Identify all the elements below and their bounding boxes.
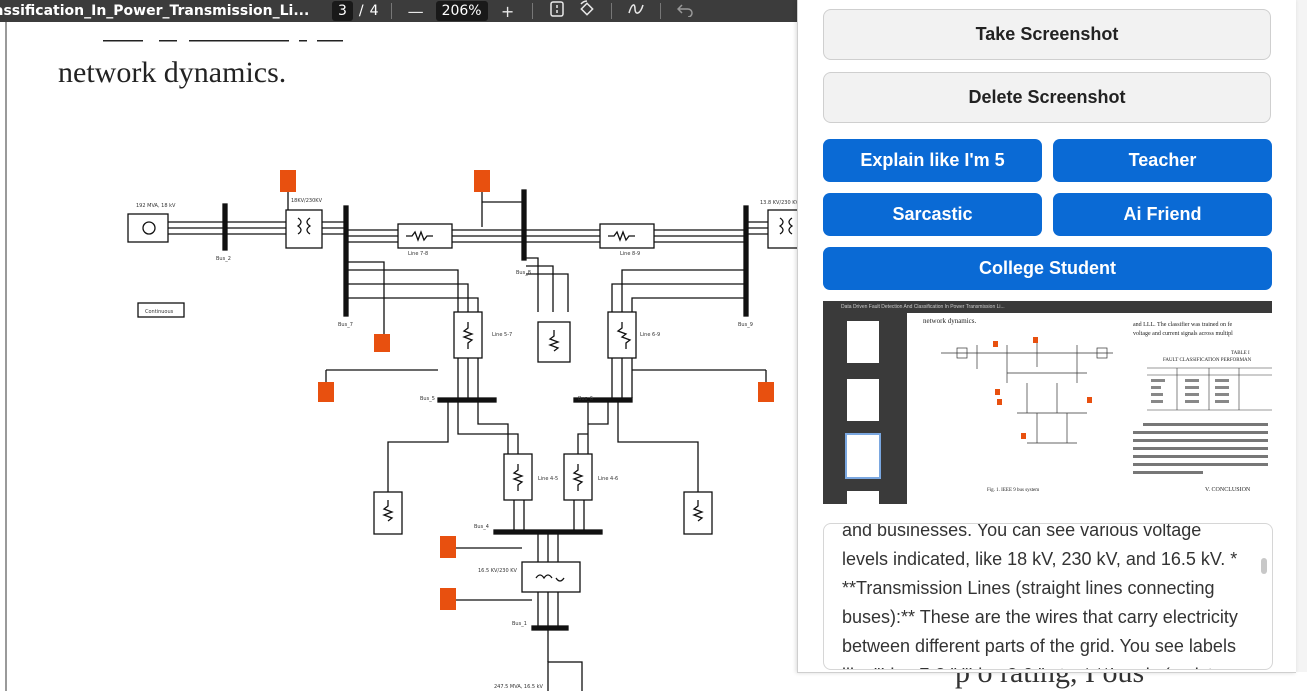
xfmr3-label: 13.8 KV/230 KV [760,200,797,206]
preview-heading: network dynamics. [923,317,977,325]
delete-screenshot-button[interactable]: Delete Screenshot [823,72,1271,123]
preview-table-title: TABLE I [1231,351,1250,356]
preview-caption: Fig. 1. IEEE 9 bus system [987,488,1040,493]
mode-eli5-button[interactable]: Explain like I'm 5 [823,139,1042,182]
preview-page-thumb [847,491,879,504]
toolbar-divider [659,3,661,19]
fit-page-icon[interactable] [545,1,569,21]
page-number-input[interactable]: 3 [332,1,353,21]
document-title: assification_In_Power_Transmission_Li... [0,3,310,19]
toolbar-divider [390,3,392,19]
mode-teacher-button[interactable]: Teacher [1053,139,1272,182]
assistant-panel: Take Screenshot Delete Screenshot Explai… [797,0,1296,673]
preview-document: network dynamics. Fig. 1. IEEE 9 bus sys… [907,313,1272,504]
explanation-text: and businesses. You can see various volt… [842,523,1238,669]
explanation-output[interactable]: and businesses. You can see various volt… [823,523,1273,670]
line45-label: Line 4-5 [538,476,558,482]
toolbar-divider [610,3,612,19]
line89-label: Line 8-9 [620,251,640,257]
undo-icon[interactable] [673,2,697,21]
toolbar-divider [531,3,533,19]
preview-conclusion: V. CONCLUSION [1205,487,1251,493]
page-edge [5,22,7,691]
bus9-label: Bus_9 [738,322,753,328]
preview-toolbar: Data Driven Fault Detection And Classifi… [823,301,1272,313]
line57-label: Line 5-7 [492,332,512,338]
bus5-label: Bus_5 [420,396,435,402]
page-heading-text: network dynamics. [58,56,287,89]
page-total: 4 [369,3,379,19]
source-label: 192 MVA, 18 kV [136,203,176,209]
preview-page-thumb [847,379,879,421]
mode-ai-friend-button[interactable]: Ai Friend [1053,193,1272,236]
preview-page-thumb [845,433,881,479]
bus1-label: Bus_1 [512,621,527,627]
draw-icon[interactable] [624,1,648,21]
preview-table [1147,367,1272,411]
page-separator: / [358,3,364,19]
line46-label: Line 4-6 [598,476,618,482]
preview-table-subtitle: FAULT CLASSIFICATION PERFORMAN [1163,358,1252,363]
mode-college-student-button[interactable]: College Student [823,247,1272,290]
preview-paragraph [1133,423,1268,474]
zoom-in-button[interactable]: + [496,2,520,21]
preview-diagram [941,337,1113,444]
bus8-label: Bus_8 [516,270,531,276]
ieee-9-bus-diagram: 192 MVA, 18 kV Bus_2 18KV/230KV Line 7-8… [127,170,797,691]
xfmr-bottom-label: 16.5 KV/230 KV [478,568,518,574]
explanation-scrollbar[interactable] [1261,558,1267,574]
zoom-level[interactable]: 206% [435,1,488,21]
bus2-label: Bus_2 [216,256,231,262]
screenshot-preview: Data Driven Fault Detection And Classifi… [823,301,1272,504]
bus7-label: Bus_7 [338,322,353,328]
line69-label: Line 6-9 [640,332,660,338]
cut-off-text-line [103,36,363,46]
continuous-label: Continuous [145,309,174,315]
zoom-out-button[interactable]: — [404,2,428,21]
preview-right-text: and LLL. The classifier was trained on f… [1133,322,1233,337]
gen-bottom-label: 247.5 MVA, 16.5 kV [494,684,544,690]
take-screenshot-button[interactable]: Take Screenshot [823,9,1271,60]
rotate-icon[interactable] [575,0,599,22]
mode-sarcastic-button[interactable]: Sarcastic [823,193,1042,236]
pdf-toolbar: assification_In_Power_Transmission_Li...… [0,0,797,22]
window-edge [1295,0,1307,672]
preview-page-thumb [847,321,879,363]
line78-label: Line 7-8 [408,251,428,257]
pdf-viewer: assification_In_Power_Transmission_Li...… [0,0,797,691]
bus6-label: Bus_6 [578,396,593,402]
xfmr1-label: 18KV/230KV [291,198,323,204]
bus4-label: Bus_4 [474,524,489,530]
pdf-page: network dynamics. 192 MVA, 18 kV Bus_2 1… [8,22,797,691]
preview-sidebar [823,313,907,504]
